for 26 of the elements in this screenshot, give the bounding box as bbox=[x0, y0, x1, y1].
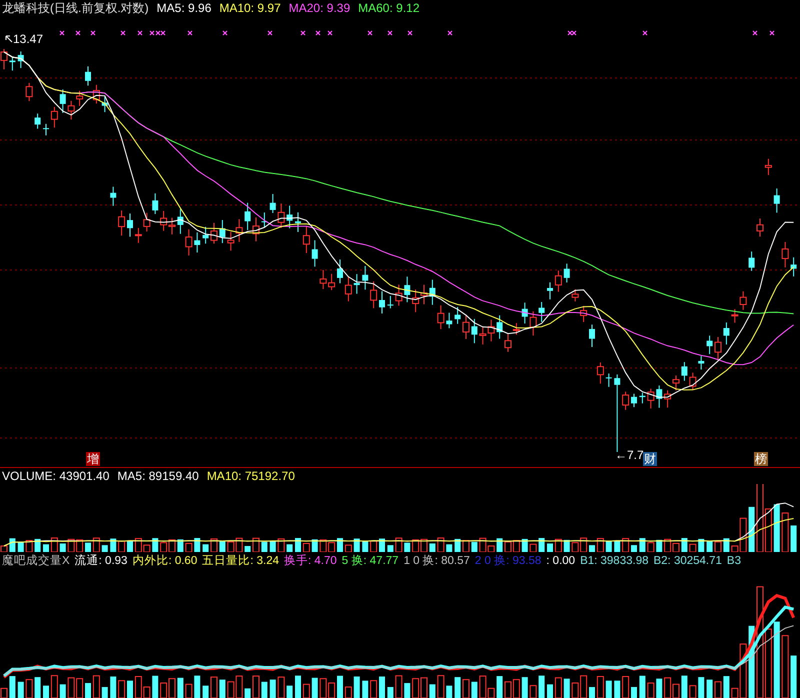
ma-value: MA20: 9.39 bbox=[288, 1, 350, 15]
ma-value: MA60: 9.12 bbox=[358, 1, 420, 15]
stock-title: 龙蟠科技(日线.前复权.对数) bbox=[2, 1, 149, 15]
event-badge[interactable]: 榜 bbox=[754, 452, 768, 466]
indicator-value: 五日量比: 3.24 bbox=[202, 554, 280, 568]
indicator-value: 流通: 0.93 bbox=[74, 554, 128, 568]
low-price-label: ←7.7 bbox=[615, 448, 644, 462]
event-badge[interactable]: 财 bbox=[643, 452, 657, 466]
volume-value: MA5: 89159.40 bbox=[117, 469, 199, 483]
indicator-value: 换手: 4.70 bbox=[284, 554, 337, 568]
indicator-value: 内外比: 0.60 bbox=[132, 554, 198, 568]
high-price-label: 13.47 bbox=[13, 32, 44, 46]
indicator-value: 2 0 换: 93.58 bbox=[474, 554, 542, 568]
indicator-value: 1 0 换: 80.57 bbox=[404, 554, 470, 568]
indicator-value: B1: 39833.98 bbox=[580, 554, 648, 568]
indicator-value: : 0.00 bbox=[546, 554, 576, 568]
volume-value: VOLUME: 43901.40 bbox=[2, 469, 110, 483]
pointer-icon bbox=[6, 36, 12, 42]
indicator-value: B2: 30254.71 bbox=[653, 554, 722, 568]
indicator-value: 魔吧成交量X bbox=[2, 554, 70, 568]
volume-value: MA10: 75192.70 bbox=[206, 469, 295, 483]
ma-value: MA10: 9.97 bbox=[219, 1, 281, 15]
event-badge[interactable]: 增 bbox=[86, 452, 100, 466]
indicator-value: 5 换: 47.77 bbox=[342, 554, 399, 568]
indicator-value: B3 bbox=[726, 554, 741, 568]
ma-value: MA5: 9.96 bbox=[156, 1, 212, 15]
